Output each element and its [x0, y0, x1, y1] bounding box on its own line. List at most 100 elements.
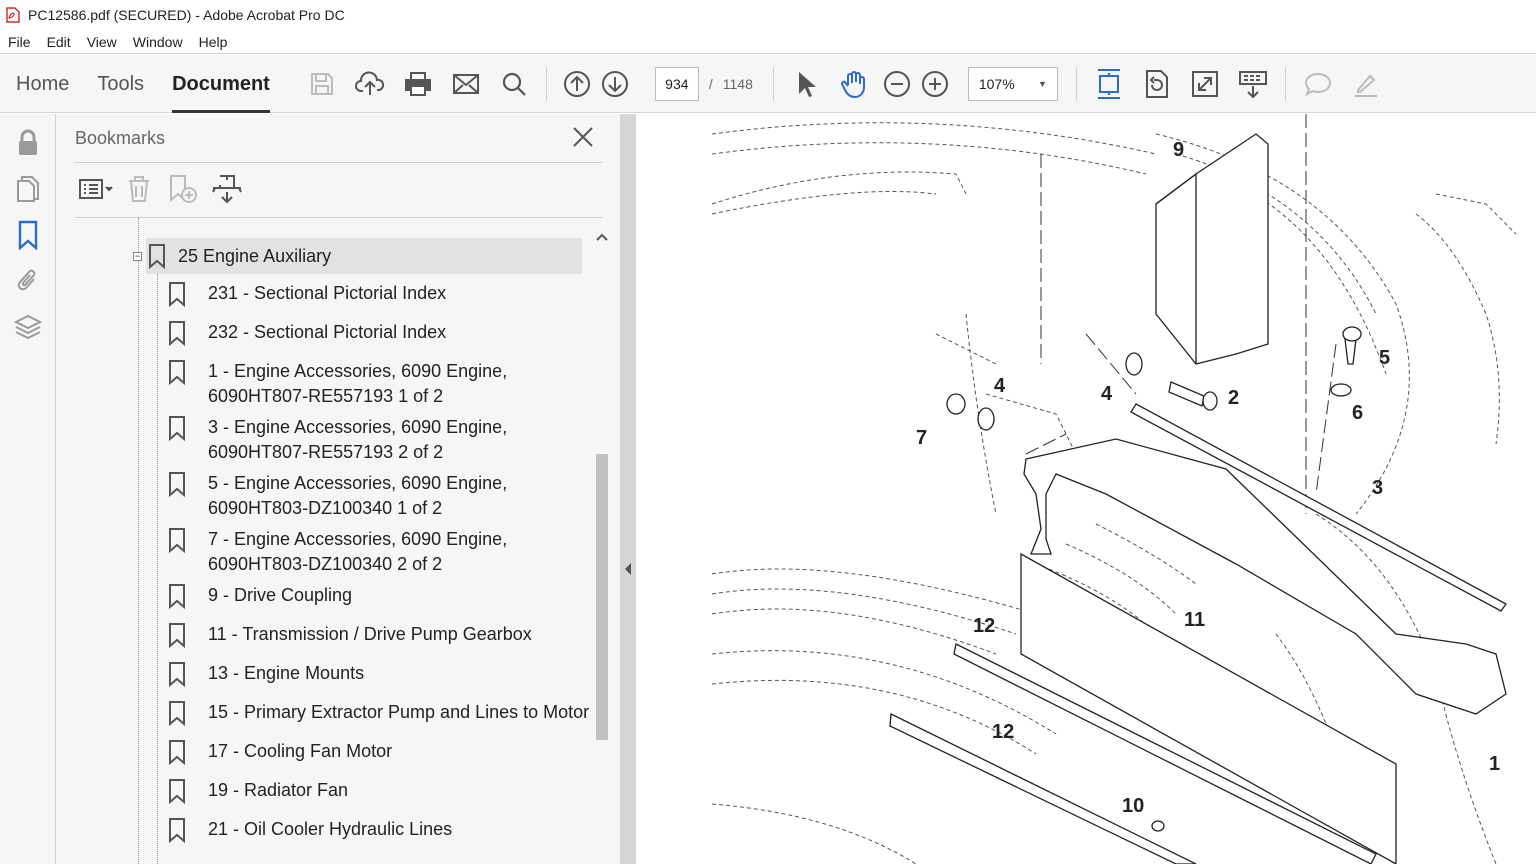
print-icon[interactable]: [400, 66, 436, 102]
menu-help[interactable]: Help: [191, 34, 236, 50]
zoom-in-icon[interactable]: [917, 66, 953, 102]
bookmarks-panel-icon[interactable]: [0, 212, 56, 258]
bookmark-item[interactable]: 17 - Cooling Fan Motor: [156, 739, 592, 765]
bookmark-label: 25 Engine Auxiliary: [178, 245, 332, 266]
bookmark-label: 5 - Engine Accessories, 6090 Engine, 6090…: [208, 473, 508, 518]
page-number-input[interactable]: 934: [654, 66, 699, 101]
email-icon[interactable]: [448, 66, 484, 102]
main-toolbar: Home Tools Document 934 / 1148 107% ▼: [0, 55, 1536, 113]
next-page-icon[interactable]: [597, 66, 633, 102]
part-strip-12-lower: [889, 712, 1197, 864]
scrolling-mode-icon[interactable]: [1091, 66, 1127, 102]
bookmark-label: 17 - Cooling Fan Motor: [208, 741, 393, 761]
bookmark-label: 15 - Primary Extractor Pump and Lines to…: [208, 702, 590, 722]
callout-12: 12: [992, 721, 1014, 743]
menu-view[interactable]: View: [79, 34, 125, 50]
bookmark-icon: [169, 701, 185, 726]
scrollbar-thumb[interactable]: [596, 454, 608, 740]
zoom-level-select[interactable]: 107% ▼: [967, 66, 1058, 101]
left-navigation-rail: [0, 114, 56, 864]
bookmark-label: 11 - Transmission / Drive Pump Gearbox: [208, 624, 532, 644]
toolbar-divider: [1284, 66, 1286, 101]
close-icon[interactable]: [570, 124, 596, 150]
select-cursor-icon[interactable]: [788, 66, 824, 102]
search-icon[interactable]: [496, 66, 532, 102]
bookmark-icon: [169, 360, 185, 385]
bookmark-label: 231 - Sectional Pictorial Index: [208, 283, 447, 303]
read-mode-icon[interactable]: [1235, 66, 1271, 102]
bookmark-item[interactable]: 5 - Engine Accessories, 6090 Engine, 6090…: [156, 471, 592, 521]
layers-icon[interactable]: [0, 304, 56, 350]
bookmark-label: 9 - Drive Coupling: [208, 585, 353, 605]
bookmark-item[interactable]: 21 - Oil Cooler Hydraulic Lines: [156, 817, 592, 843]
tab-tools[interactable]: Tools: [83, 55, 158, 113]
bookmark-icon: [169, 662, 185, 687]
new-bookmark-icon[interactable]: [161, 172, 205, 206]
comment-icon[interactable]: [1300, 66, 1336, 102]
panel-splitter[interactable]: [620, 114, 636, 864]
part-washer-6: [1330, 383, 1352, 397]
collapse-toggle[interactable]: −: [133, 252, 142, 261]
save-icon[interactable]: [304, 66, 340, 102]
document-view[interactable]: 9 2 4 4 5 6 7 3 12 11 12 1 10: [636, 114, 1536, 864]
bookmark-tools: [75, 172, 249, 206]
callout-12: 12: [973, 615, 995, 637]
bookmarks-scrollbar[interactable]: [592, 228, 612, 864]
lock-icon[interactable]: [0, 120, 56, 166]
bookmark-item[interactable]: 11 - Transmission / Drive Pump Gearbox: [156, 622, 592, 648]
previous-page-icon[interactable]: [559, 66, 595, 102]
bookmark-item[interactable]: 7 - Engine Accessories, 6090 Engine, 6090…: [156, 527, 592, 577]
bookmark-icon: [169, 740, 185, 765]
menu-window[interactable]: Window: [125, 34, 191, 50]
menu-edit[interactable]: Edit: [39, 34, 79, 50]
bookmark-item[interactable]: 19 - Radiator Fan: [156, 778, 592, 804]
bookmark-item[interactable]: 232 - Sectional Pictorial Index: [156, 320, 592, 346]
bookmark-label: 19 - Radiator Fan: [208, 780, 349, 800]
bookmark-icon: [169, 623, 185, 648]
bookmark-icon: [169, 779, 185, 804]
callout-5: 5: [1379, 347, 1390, 369]
exploded-parts: [889, 133, 1507, 864]
bookmark-item[interactable]: 15 - Primary Extractor Pump and Lines to…: [156, 700, 592, 726]
bookmark-item-engine-auxiliary[interactable]: 25 Engine Auxiliary: [146, 238, 582, 274]
expand-bookmark-icon[interactable]: [205, 172, 249, 206]
zoom-out-icon[interactable]: [879, 66, 915, 102]
bookmark-options-icon[interactable]: [75, 172, 117, 206]
bookmark-item[interactable]: 9 - Drive Coupling: [156, 583, 592, 609]
bookmark-label: 13 - Engine Mounts: [208, 663, 365, 683]
callout-7: 7: [916, 427, 927, 449]
callout-10: 10: [1122, 795, 1144, 817]
rotate-page-icon[interactable]: [1139, 66, 1175, 102]
tree-guide-line: [138, 218, 139, 864]
toolbar-divider: [772, 66, 774, 101]
full-screen-icon[interactable]: [1187, 66, 1223, 102]
tab-document[interactable]: Document: [158, 55, 284, 113]
bookmark-icon: [169, 528, 185, 553]
highlight-pen-icon[interactable]: [1348, 66, 1384, 102]
hand-tool-icon[interactable]: [836, 66, 872, 102]
part-bolt-5-head: [1342, 326, 1362, 342]
collapse-panel-icon[interactable]: [623, 562, 633, 576]
scroll-up-icon[interactable]: [596, 232, 608, 242]
bookmark-item[interactable]: 231 - Sectional Pictorial Index: [156, 281, 592, 307]
bookmark-icon: [149, 244, 165, 269]
part-nut-7: [946, 393, 966, 415]
tab-home[interactable]: Home: [2, 55, 83, 113]
bookmark-item[interactable]: 3 - Engine Accessories, 6090 Engine, 6090…: [156, 415, 592, 465]
callout-2: 2: [1228, 387, 1239, 409]
bookmark-item[interactable]: 1 - Engine Accessories, 6090 Engine, 6090…: [156, 359, 592, 409]
parts-diagram: 9 2 4 4 5 6 7 3 12 11 12 1 10: [711, 114, 1517, 864]
callout-4: 4: [1101, 383, 1113, 405]
bookmark-label: 7 - Engine Accessories, 6090 Engine, 6090…: [208, 529, 508, 574]
cloud-upload-icon[interactable]: [352, 66, 388, 102]
delete-bookmark-icon[interactable]: [117, 172, 161, 206]
part-shield-plate: [1155, 133, 1269, 365]
bookmark-label: 1 - Engine Accessories, 6090 Engine, 6090…: [208, 361, 508, 406]
zoom-level-value: 107%: [978, 75, 1015, 92]
panel-title: Bookmarks: [75, 128, 166, 148]
bookmark-item[interactable]: 13 - Engine Mounts: [156, 661, 592, 687]
page-thumbnails-icon[interactable]: [0, 166, 56, 212]
bookmark-icon: [169, 584, 185, 609]
menu-file[interactable]: File: [0, 34, 39, 50]
attachments-icon[interactable]: [0, 258, 56, 304]
